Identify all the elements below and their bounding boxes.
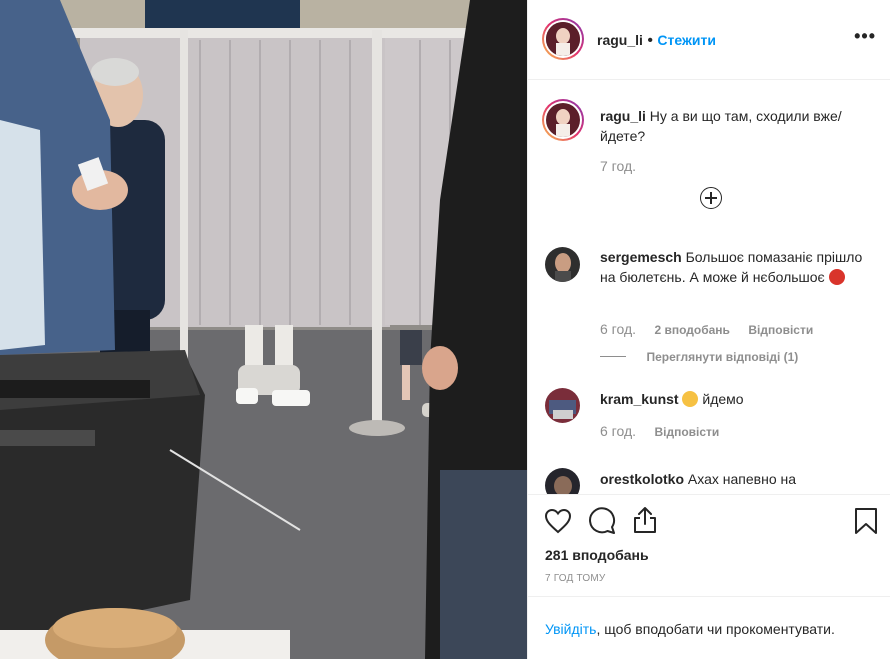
caption-username[interactable]: ragu_li — [600, 108, 646, 124]
comment-meta: 6 год. Відповісти — [600, 423, 719, 441]
view-replies-label[interactable]: Переглянути відповіді (1) — [646, 350, 798, 364]
header-username[interactable]: ragu_li — [597, 32, 643, 48]
comments-panel: ragu_li • Стежити ••• ragu_li Ну а ви що… — [527, 0, 890, 659]
bookmark-icon[interactable] — [854, 507, 878, 535]
login-prompt: Увійдіть, щоб вподобати чи прокоментуват… — [528, 596, 890, 660]
voting-booth-photo — [0, 0, 527, 659]
comment-likes[interactable]: 2 вподобань — [654, 323, 729, 337]
avatar-image-icon — [545, 468, 580, 494]
post-photo[interactable] — [0, 0, 527, 659]
avatar-image-icon — [545, 388, 580, 423]
separator-dot: • — [647, 32, 653, 49]
avatar[interactable] — [546, 22, 580, 56]
reply-button[interactable]: Відповісти — [654, 425, 719, 439]
comments-list[interactable]: ragu_li Ну а ви що там, сходили вже/йдет… — [528, 80, 890, 494]
likes-count[interactable]: 281 вподобань — [545, 547, 649, 563]
comment-username[interactable]: kram_kunst — [600, 391, 679, 407]
comment-body: orestkolotko Ахах напевно на — [600, 469, 870, 489]
share-icon[interactable] — [632, 506, 658, 534]
comment-time[interactable]: 6 год. — [600, 321, 636, 337]
comment-text: Ахах напевно на — [687, 471, 797, 487]
login-link[interactable]: Увійдіть — [545, 621, 596, 637]
avatar-image-icon — [546, 103, 580, 137]
avatar-image-icon — [546, 22, 580, 56]
load-more-comments-icon[interactable] — [700, 187, 722, 209]
avatar-image-icon — [545, 247, 580, 282]
comment-text: йдемо — [702, 391, 744, 407]
comment-avatar[interactable] — [545, 247, 580, 282]
caption-avatar[interactable] — [546, 103, 580, 137]
comment-body: kram_kunst йдемо — [600, 389, 870, 409]
follow-button[interactable]: Стежити — [657, 32, 716, 48]
post-actions: 281 вподобань 7 ГОД ТОМУ — [528, 494, 890, 595]
caption: ragu_li Ну а ви що там, сходили вже/йдет… — [600, 106, 875, 146]
comment-bubble-icon[interactable] — [588, 507, 616, 535]
login-rest-text: , щоб вподобати чи прокоментувати. — [596, 621, 835, 637]
caption-time[interactable]: 7 год. — [600, 158, 636, 174]
smiling-devil-emoji-icon — [828, 269, 845, 285]
replies-divider — [600, 356, 626, 357]
post-header: ragu_li • Стежити ••• — [528, 0, 890, 80]
caption-avatar-ring[interactable] — [542, 99, 584, 141]
comment-time[interactable]: 6 год. — [600, 423, 636, 439]
more-options-icon[interactable]: ••• — [854, 26, 876, 47]
login-prompt-text: Увійдіть, щоб вподобати чи прокоментуват… — [545, 621, 835, 637]
grinning-face-emoji-icon — [682, 391, 699, 407]
comment-meta: 6 год. 2 вподобань Відповісти — [600, 321, 813, 339]
comment-username[interactable]: sergemesch — [600, 249, 682, 265]
story-ring[interactable] — [542, 18, 584, 60]
like-heart-icon[interactable] — [544, 508, 572, 534]
comment-avatar[interactable] — [545, 388, 580, 423]
comment-body: sergemesch Большоє помазаніє прішло на б… — [600, 247, 870, 287]
comment-username[interactable]: orestkolotko — [600, 471, 684, 487]
post-timestamp[interactable]: 7 ГОД ТОМУ — [545, 573, 605, 584]
view-replies[interactable]: Переглянути відповіді (1) — [600, 348, 798, 366]
reply-button[interactable]: Відповісти — [748, 323, 813, 337]
comment-avatar[interactable] — [545, 468, 580, 494]
